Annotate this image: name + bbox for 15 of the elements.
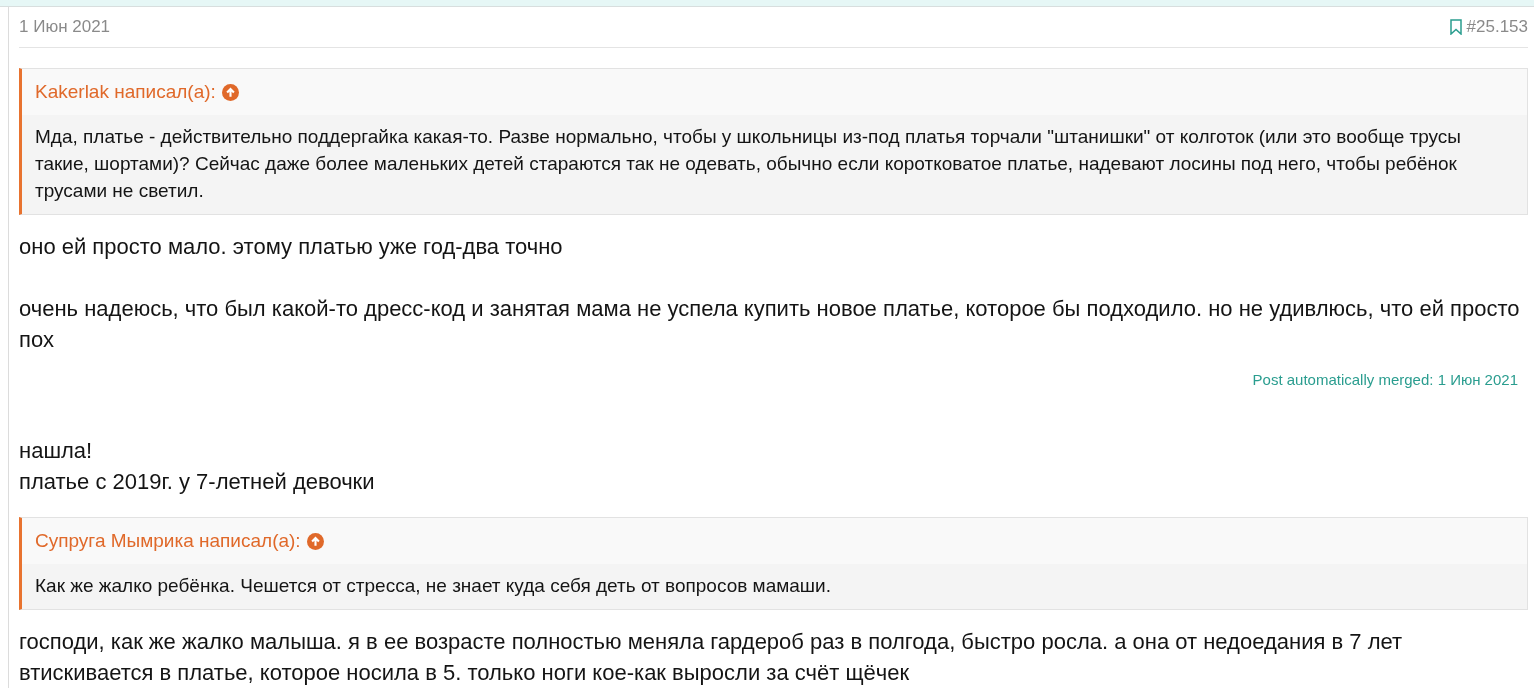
post-text: нашла! — [19, 437, 94, 465]
arrow-up-circle-icon[interactable] — [221, 83, 239, 101]
quote-text: Как же жалко ребёнка. Чешется от стресса, не знает куда себя деть от вопросов мамаши. — [35, 573, 832, 598]
arrow-up-circle-icon[interactable] — [306, 532, 324, 550]
post-text: платье с 2019г. у 7-летней девочки — [19, 468, 376, 496]
post-number-link[interactable]: #25.153 — [1466, 14, 1528, 40]
post-text: оно ей просто мало. этому платью уже год-два точно — [19, 232, 564, 261]
post-text: очень надеюсь, что был какой-то дресс-код и занятая мама не успела купить новое платье, которое бы подходило. но не удивлюсь, что ей просто пох — [19, 294, 1521, 354]
bookmark-icon[interactable] — [1449, 19, 1462, 35]
quote-author-link[interactable]: Kakerlak написал(а): — [35, 78, 216, 107]
merge-note: Post automatically merged: 1 Июн 2021 — [1252, 369, 1518, 390]
quote-author-link[interactable]: Супруга Мымрика написал(а): — [35, 527, 301, 556]
post-text: господи, как же жалко малыша. я в ее возрасте полностью меняла гардероб раз в полгода, быстро росла. а она от недоедания в 7 лет втискивается в платье, которое носила в 5. только ноги кое-как выросли за счёт щёчек — [19, 627, 1404, 687]
quote-text: Мда, платье - действительно поддергайка какая-то. Разве нормально, чтобы у школьницы из-под платья торчали "штанишки" от колготок (или это вообще трусы такие, шортами)? Сейчас даже более маленьких детей стараются так не одевать, обычно если коротковатое платье, надевают лосины под него, чтобы ребёнок трусами не светил. — [35, 124, 1462, 203]
post-date: 1 Июн 2021 — [19, 16, 111, 39]
